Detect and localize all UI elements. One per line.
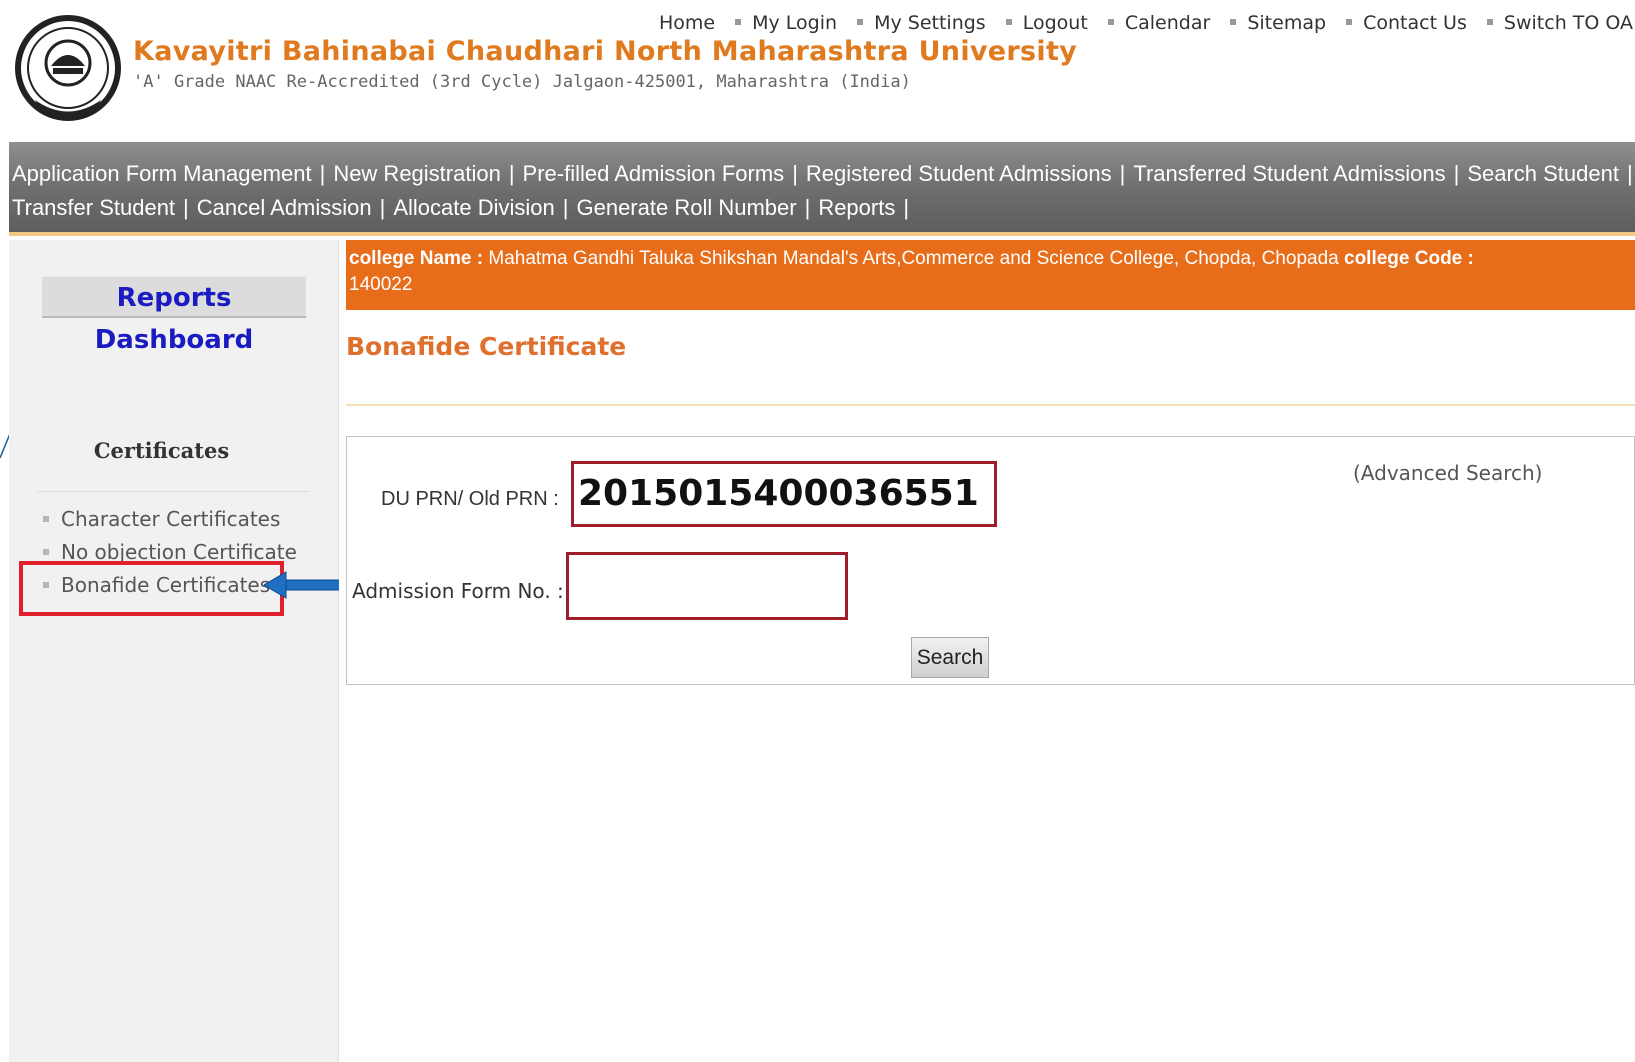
nav-allocate-division[interactable]: Allocate Division (393, 195, 554, 220)
college-code: 140022 (349, 274, 413, 295)
top-links: Home My Login My Settings Logout Calenda… (659, 12, 1633, 34)
bullet-icon (1230, 18, 1237, 25)
bullet-icon (857, 18, 864, 25)
bullet-icon (43, 548, 49, 555)
college-code-label: college Code : (1344, 248, 1474, 269)
my-login-link[interactable]: My Login (752, 12, 837, 34)
nav-application-form-management[interactable]: Application Form Management (12, 161, 312, 186)
prn-input[interactable]: 2015015400036551 (571, 461, 997, 527)
nav-separator: | (508, 161, 515, 186)
home-link[interactable]: Home (659, 12, 715, 34)
nav-separator: | (562, 195, 569, 220)
nav-separator: | (1453, 161, 1460, 186)
bullet-icon (43, 581, 49, 588)
bullet-icon (1107, 18, 1114, 25)
nav-separator: | (804, 195, 811, 220)
nav-search-student[interactable]: Search Student (1467, 161, 1619, 186)
nav-transferred-student-admissions[interactable]: Transferred Student Admissions (1133, 161, 1445, 186)
sidebar-item-bonafide-certificates[interactable]: Bonafide Certificates (39, 572, 297, 605)
sidebar-item-label: No objection Certificate (61, 540, 297, 564)
sidebar-item-label: Character Certificates (61, 507, 281, 531)
divider (37, 491, 309, 492)
main-content: college Name : Mahatma Gandhi Taluka Shi… (339, 240, 1635, 1062)
admission-form-label: Admission Form No. : (352, 579, 564, 603)
bullet-icon (43, 515, 49, 522)
certificates-list: Character Certificates No objection Cert… (39, 506, 297, 605)
search-button[interactable]: Search (911, 637, 989, 678)
sitemap-link[interactable]: Sitemap (1247, 12, 1326, 34)
left-sidebar: Reports Dashboard Certificates Character… (9, 240, 354, 1062)
university-title: Kavayitri Bahinabai Chaudhari North Maha… (133, 36, 1078, 67)
certificates-heading: Certificates (93, 438, 230, 463)
nav-separator: | (183, 195, 189, 220)
switch-to-oa-link[interactable]: Switch TO OA (1504, 12, 1633, 34)
admission-form-input[interactable] (566, 552, 848, 620)
nav-generate-roll-number[interactable]: Generate Roll Number (576, 195, 796, 220)
site-header: Kavayitri Bahinabai Chaudhari North Maha… (9, 0, 1635, 142)
prn-label: DU PRN/ Old PRN : (381, 488, 559, 510)
nav-row-2: Transfer Student | Cancel Admission | Alloca… (12, 195, 917, 221)
nav-separator: | (379, 195, 386, 220)
browser-page: Kavayitri Bahinabai Chaudhari North Maha… (9, 0, 1635, 1062)
contact-us-link[interactable]: Contact Us (1363, 12, 1467, 34)
sidebar-item-no-objection-certificate[interactable]: No objection Certificate (39, 539, 297, 572)
main-nav: Application Form Management | New Registra… (9, 142, 1635, 236)
nav-separator: | (903, 195, 910, 220)
college-name: Mahatma Gandhi Taluka Shikshan Mandal's … (488, 248, 1339, 269)
nav-cancel-admission[interactable]: Cancel Admission (197, 195, 372, 220)
nav-separator: | (792, 161, 798, 186)
bullet-icon (735, 18, 742, 25)
nav-new-registration[interactable]: New Registration (333, 161, 501, 186)
university-logo (15, 15, 121, 121)
college-info-bar: college Name : Mahatma Gandhi Taluka Shi… (346, 240, 1635, 310)
bullet-icon (1486, 18, 1493, 25)
nav-separator: | (1626, 161, 1633, 186)
divider (346, 404, 1635, 406)
nav-separator: | (1119, 161, 1126, 186)
nav-row-1: Application Form Management | New Registra… (12, 161, 1635, 187)
nav-transfer-student[interactable]: Transfer Student (12, 195, 175, 220)
bullet-icon (1005, 18, 1012, 25)
university-subtitle: 'A' Grade NAAC Re-Accredited (3rd Cycle)… (133, 72, 911, 92)
calendar-link[interactable]: Calendar (1125, 12, 1210, 34)
college-name-label: college Name : (349, 248, 484, 269)
nav-prefilled-admission-forms[interactable]: Pre-filled Admission Forms (523, 161, 785, 186)
logout-link[interactable]: Logout (1023, 12, 1088, 34)
nav-registered-student-admissions[interactable]: Registered Student Admissions (806, 161, 1112, 186)
page-title: Bonafide Certificate (346, 332, 627, 361)
bullet-icon (1346, 18, 1353, 25)
advanced-search-link[interactable]: (Advanced Search) (1353, 461, 1542, 485)
nav-reports[interactable]: Reports (818, 195, 895, 220)
sidebar-item-character-certificates[interactable]: Character Certificates (39, 506, 297, 539)
nav-separator: | (319, 161, 326, 186)
my-settings-link[interactable]: My Settings (874, 12, 986, 34)
sidebar-item-label: Bonafide Certificates (61, 573, 271, 597)
reports-dashboard-button[interactable]: Reports Dashboard (42, 276, 306, 355)
search-form: DU PRN/ Old PRN : 2015015400036551 Admis… (346, 436, 1635, 685)
